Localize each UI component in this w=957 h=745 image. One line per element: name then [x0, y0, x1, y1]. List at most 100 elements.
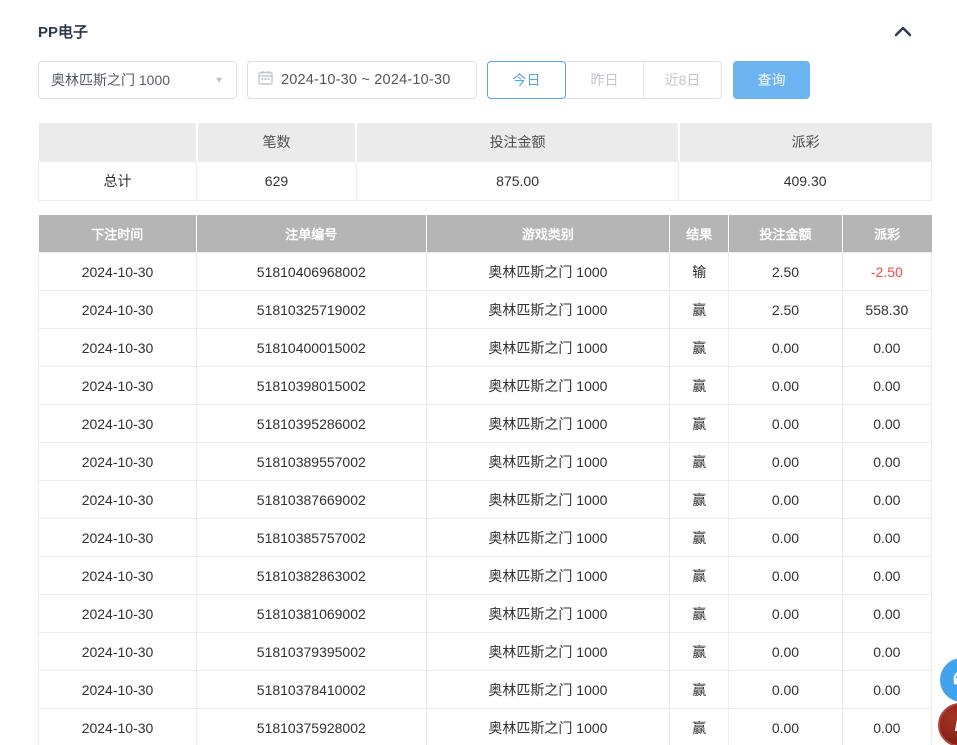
cell-bet-amount: 0.00	[729, 557, 842, 595]
cell-bet-amount: 0.00	[729, 595, 842, 633]
cell-bet-amount: 0.00	[729, 443, 842, 481]
cell-bet-time: 2024-10-30	[39, 595, 197, 633]
table-row: 2024-10-3051810395286002奥林匹斯之门 1000赢0.00…	[39, 405, 932, 443]
cell-bet-id: 51810381069002	[197, 595, 427, 633]
cell-bet-id: 51810389557002	[197, 443, 427, 481]
cell-result: 赢	[670, 709, 729, 745]
cell-bet-time: 2024-10-30	[39, 671, 197, 709]
cell-game-name: 奥林匹斯之门 1000	[426, 557, 670, 595]
cell-bet-id: 51810325719002	[197, 291, 427, 329]
chevron-up-icon[interactable]	[892, 20, 914, 42]
bets-header-cell: 投注金额	[729, 215, 842, 253]
quick-range-yesterday[interactable]: 昨日	[565, 61, 644, 99]
summary-header-cell: 投注金额	[356, 123, 678, 161]
cell-bet-id: 51810375928002	[197, 709, 427, 745]
table-row: 2024-10-3051810398015002奥林匹斯之门 1000赢0.00…	[39, 367, 932, 405]
cell-result: 赢	[670, 595, 729, 633]
cell-game-name: 奥林匹斯之门 1000	[426, 443, 670, 481]
bets-table: 下注时间注单编号游戏类别结果投注金额派彩 2024-10-30518104069…	[38, 215, 932, 745]
cell-bet-amount: 0.00	[729, 709, 842, 745]
customer-service-button[interactable]	[940, 658, 957, 702]
summary-payout: 409.30	[679, 161, 932, 200]
brand-badge[interactable]: b	[938, 703, 957, 745]
headset-icon	[951, 667, 957, 694]
cell-bet-time: 2024-10-30	[39, 443, 197, 481]
cell-bet-id: 51810378410002	[197, 671, 427, 709]
cell-bet-amount: 2.50	[729, 253, 842, 291]
cell-result: 赢	[670, 367, 729, 405]
cell-result: 赢	[670, 671, 729, 709]
cell-bet-id: 51810379395002	[197, 633, 427, 671]
cell-result: 赢	[670, 519, 729, 557]
summary-header-row: 笔数投注金额派彩	[39, 123, 932, 161]
cell-result: 赢	[670, 405, 729, 443]
cell-bet-time: 2024-10-30	[39, 367, 197, 405]
cell-bet-time: 2024-10-30	[39, 405, 197, 443]
cell-game-name: 奥林匹斯之门 1000	[426, 291, 670, 329]
summary-total-row: 总计629875.00409.30	[39, 161, 932, 200]
cell-bet-amount: 0.00	[729, 671, 842, 709]
cell-result: 赢	[670, 557, 729, 595]
table-row: 2024-10-3051810387669002奥林匹斯之门 1000赢0.00…	[39, 481, 932, 519]
cell-game-name: 奥林匹斯之门 1000	[426, 633, 670, 671]
summary-header-cell	[39, 123, 197, 161]
cell-result: 赢	[670, 443, 729, 481]
table-row: 2024-10-3051810400015002奥林匹斯之门 1000赢0.00…	[39, 329, 932, 367]
cell-game-name: 奥林匹斯之门 1000	[426, 405, 670, 443]
cell-bet-time: 2024-10-30	[39, 633, 197, 671]
cell-bet-amount: 0.00	[729, 633, 842, 671]
cell-bet-amount: 0.00	[729, 329, 842, 367]
cell-bet-time: 2024-10-30	[39, 253, 197, 291]
bets-header-cell: 派彩	[842, 215, 931, 253]
cell-payout: 0.00	[842, 595, 931, 633]
quick-range-last8days[interactable]: 近8日	[643, 61, 722, 99]
cell-payout: 558.30	[842, 291, 931, 329]
cell-game-name: 奥林匹斯之门 1000	[426, 709, 670, 745]
cell-result: 赢	[670, 633, 729, 671]
cell-bet-id: 51810385757002	[197, 519, 427, 557]
game-select[interactable]: 奥林匹斯之门 1000 ▼	[38, 61, 237, 99]
bets-header-cell: 游戏类别	[426, 215, 670, 253]
cell-payout: 0.00	[842, 329, 931, 367]
bets-header-cell: 下注时间	[39, 215, 197, 253]
quick-range-group: 今日 昨日 近8日	[487, 61, 722, 99]
cell-bet-time: 2024-10-30	[39, 557, 197, 595]
cell-game-name: 奥林匹斯之门 1000	[426, 595, 670, 633]
cell-payout: 0.00	[842, 557, 931, 595]
cell-game-name: 奥林匹斯之门 1000	[426, 253, 670, 291]
panel-header: PP电子	[38, 20, 932, 42]
cell-bet-time: 2024-10-30	[39, 519, 197, 557]
summary-header-cell: 派彩	[679, 123, 932, 161]
table-row: 2024-10-3051810379395002奥林匹斯之门 1000赢0.00…	[39, 633, 932, 671]
table-row: 2024-10-3051810382863002奥林匹斯之门 1000赢0.00…	[39, 557, 932, 595]
cell-bet-id: 51810382863002	[197, 557, 427, 595]
cell-game-name: 奥林匹斯之门 1000	[426, 519, 670, 557]
table-row: 2024-10-3051810375928002奥林匹斯之门 1000赢0.00…	[39, 709, 932, 745]
cell-payout: 0.00	[842, 633, 931, 671]
cell-bet-id: 51810406968002	[197, 253, 427, 291]
cell-payout: 0.00	[842, 671, 931, 709]
table-row: 2024-10-3051810389557002奥林匹斯之门 1000赢0.00…	[39, 443, 932, 481]
cell-bet-id: 51810398015002	[197, 367, 427, 405]
date-range-picker[interactable]: 2024-10-30 ~ 2024-10-30	[247, 61, 477, 99]
table-row: 2024-10-3051810381069002奥林匹斯之门 1000赢0.00…	[39, 595, 932, 633]
search-button[interactable]: 查询	[733, 61, 810, 99]
bets-header-cell: 结果	[670, 215, 729, 253]
summary-bet-amount: 875.00	[356, 161, 678, 200]
cell-bet-time: 2024-10-30	[39, 291, 197, 329]
table-row: 2024-10-3051810406968002奥林匹斯之门 1000输2.50…	[39, 253, 932, 291]
table-row: 2024-10-3051810325719002奥林匹斯之门 1000赢2.50…	[39, 291, 932, 329]
quick-range-today[interactable]: 今日	[487, 61, 566, 99]
cell-bet-id: 51810387669002	[197, 481, 427, 519]
table-row: 2024-10-3051810378410002奥林匹斯之门 1000赢0.00…	[39, 671, 932, 709]
cell-payout: 0.00	[842, 709, 931, 745]
cell-bet-time: 2024-10-30	[39, 481, 197, 519]
cell-result: 赢	[670, 329, 729, 367]
cell-game-name: 奥林匹斯之门 1000	[426, 367, 670, 405]
cell-payout: 0.00	[842, 405, 931, 443]
cell-result: 赢	[670, 291, 729, 329]
cell-result: 赢	[670, 481, 729, 519]
filter-bar: 奥林匹斯之门 1000 ▼ 2024-10-30 ~ 2024-10-30 今日…	[38, 61, 932, 99]
cell-bet-amount: 0.00	[729, 367, 842, 405]
chevron-down-icon: ▼	[214, 76, 224, 85]
